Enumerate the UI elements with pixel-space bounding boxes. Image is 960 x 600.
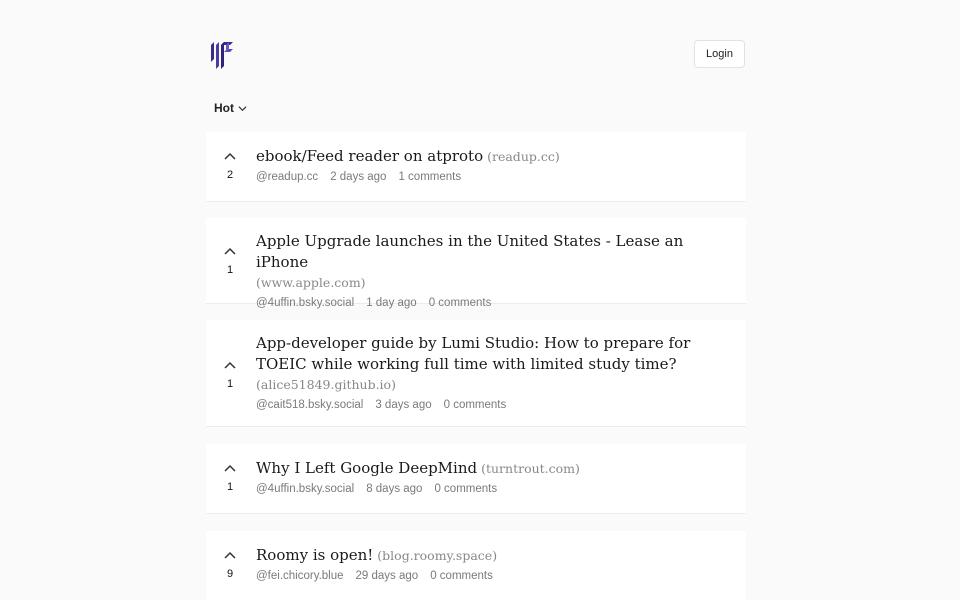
post-comments[interactable]: 0 comments (430, 568, 493, 584)
post-comments[interactable]: 0 comments (429, 295, 492, 311)
vote-control: 1 (218, 247, 242, 276)
vote-count: 2 (226, 169, 234, 181)
post-card: 1 App-developer guide by Lumi Studio: Ho… (206, 320, 746, 427)
post-author[interactable]: @cait518.bsky.social (256, 397, 363, 413)
post-time[interactable]: 2 days ago (330, 169, 386, 185)
post-time[interactable]: 3 days ago (375, 397, 431, 413)
upvote-icon[interactable] (224, 464, 236, 472)
header: Login (206, 36, 746, 72)
post-time[interactable]: 8 days ago (366, 481, 422, 497)
post-content: Roomy is open! (blog.roomy.space) @fei.ch… (256, 545, 716, 584)
upvote-icon[interactable] (224, 152, 236, 160)
post-comments[interactable]: 0 comments (444, 397, 507, 413)
sort-label: Hot (214, 101, 234, 115)
vote-count: 1 (226, 264, 234, 276)
post-time[interactable]: 29 days ago (356, 568, 419, 584)
vote-control: 9 (218, 551, 242, 580)
post-content: Why I Left Google DeepMind (turntrout.com… (256, 458, 716, 497)
upvote-icon[interactable] (224, 551, 236, 559)
page-container: Login Hot 2 ebook/Feed reader on atproto… (206, 0, 746, 600)
vote-control: 2 (218, 152, 242, 181)
post-title[interactable]: Why I Left Google DeepMind (256, 459, 477, 477)
post-content: Apple Upgrade launches in the United Sta… (256, 231, 716, 311)
sort-dropdown[interactable]: Hot (214, 100, 247, 116)
post-title[interactable]: ebook/Feed reader on atproto (256, 147, 483, 165)
post-content: ebook/Feed reader on atproto (readup.cc) … (256, 146, 716, 185)
post-card: 2 ebook/Feed reader on atproto (readup.cc… (206, 132, 746, 202)
vote-count: 1 (226, 481, 234, 493)
upvote-icon[interactable] (224, 361, 236, 369)
post-title[interactable]: Apple Upgrade launches in the United Sta… (256, 232, 683, 271)
post-content: App-developer guide by Lumi Studio: How … (256, 333, 716, 413)
upvote-icon[interactable] (224, 247, 236, 255)
login-button[interactable]: Login (694, 40, 745, 68)
vote-count: 1 (226, 378, 234, 390)
post-domain[interactable]: (readup.cc) (487, 149, 560, 164)
post-author[interactable]: @4uffin.bsky.social (256, 481, 354, 497)
post-domain[interactable]: (www.apple.com) (256, 273, 716, 293)
post-title[interactable]: App-developer guide by Lumi Studio: How … (256, 334, 690, 373)
post-comments[interactable]: 1 comments (398, 169, 461, 185)
post-domain[interactable]: (turntrout.com) (481, 461, 580, 476)
post-domain[interactable]: (blog.roomy.space) (377, 548, 497, 563)
post-time[interactable]: 1 day ago (366, 295, 417, 311)
post-card: 1 Why I Left Google DeepMind (turntrout.c… (206, 444, 746, 514)
vote-control: 1 (218, 464, 242, 493)
post-author[interactable]: @4uffin.bsky.social (256, 295, 354, 311)
post-card: 9 Roomy is open! (blog.roomy.space) @fei.… (206, 531, 746, 600)
chevron-down-icon (238, 105, 247, 111)
vote-count: 9 (226, 568, 234, 580)
post-title[interactable]: Roomy is open! (256, 546, 373, 564)
site-logo-icon[interactable] (211, 39, 235, 69)
post-author[interactable]: @fei.chicory.blue (256, 568, 344, 584)
post-comments[interactable]: 0 comments (434, 481, 497, 497)
post-author[interactable]: @readup.cc (256, 169, 318, 185)
post-domain[interactable]: (alice51849.github.io) (256, 375, 716, 395)
vote-control: 1 (218, 361, 242, 390)
post-card: 1 Apple Upgrade launches in the United S… (206, 218, 746, 309)
